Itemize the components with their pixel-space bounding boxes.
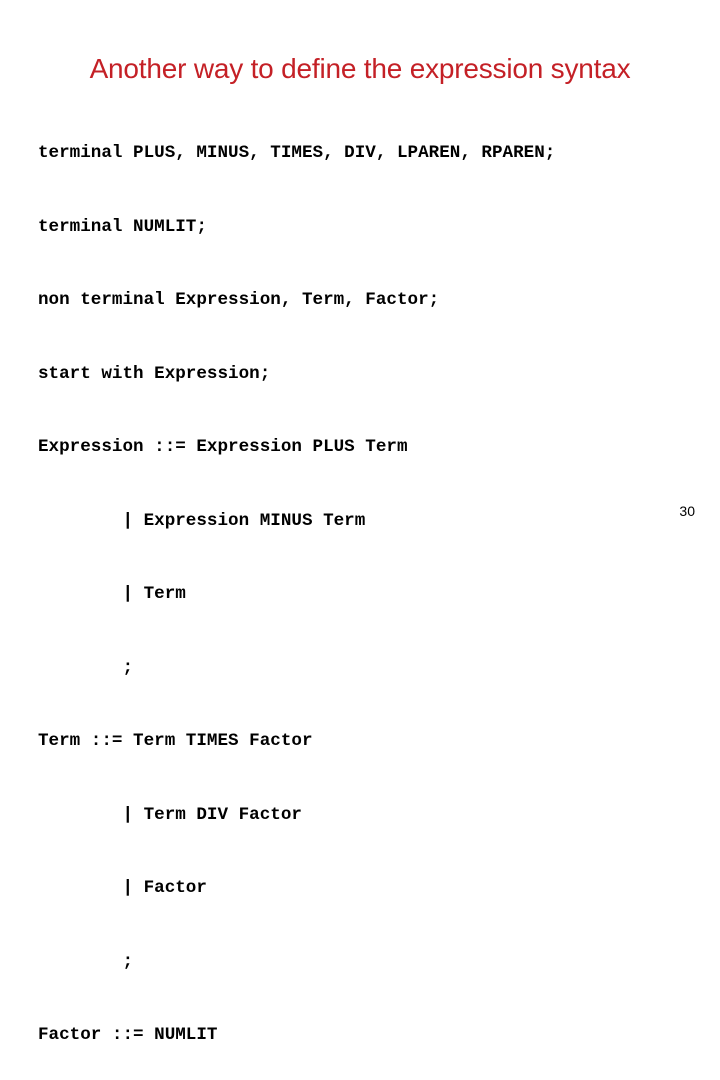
code-line: Factor ::= NUMLIT — [38, 1025, 218, 1045]
code-line: terminal PLUS, MINUS, TIMES, DIV, LPAREN… — [38, 143, 556, 163]
code-line: Term ::= Term TIMES Factor — [38, 731, 313, 751]
code-line: ; — [38, 657, 134, 678]
page-title: Another way to define the expression syn… — [89, 52, 631, 84]
code-line: ; — [38, 951, 134, 972]
slide: Another way to define the expression syn… — [0, 0, 720, 1045]
code-line: | Term — [38, 584, 186, 604]
code-line: Expression ::= Expression PLUS Term — [38, 437, 408, 457]
code-line: | Expression MINUS Term — [38, 510, 366, 531]
code-line: | Factor — [38, 878, 207, 898]
grammar-code-block: terminal PLUS, MINUS, TIMES, DIV, LPAREN… — [38, 92, 698, 1080]
code-line: terminal NUMLIT; — [38, 216, 207, 237]
code-line: non terminal Expression, Term, Factor; — [38, 290, 440, 310]
code-line: | Term DIV Factor — [38, 804, 302, 825]
code-line: start with Expression; — [38, 363, 271, 384]
page-number: 30 — [679, 503, 695, 519]
